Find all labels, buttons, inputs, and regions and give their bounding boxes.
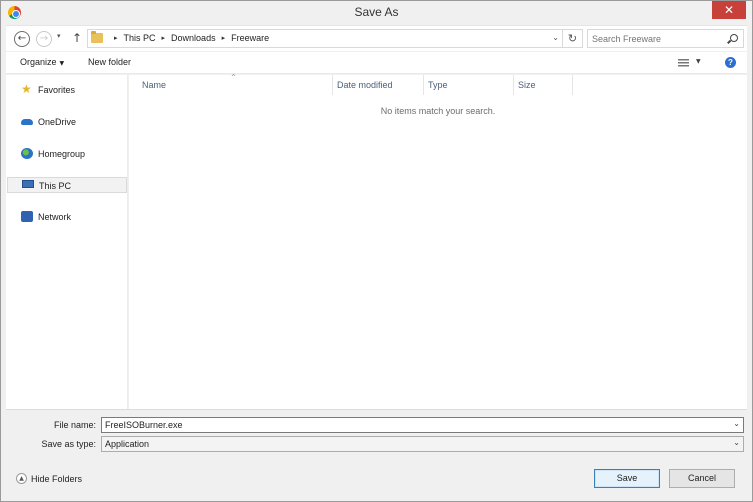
view-options-icon[interactable] bbox=[678, 59, 689, 67]
column-header-date-modified[interactable]: Date modified bbox=[337, 80, 393, 90]
column-divider[interactable] bbox=[423, 75, 424, 95]
navigation-pane: ★ Favorites OneDrive Homegroup This PC N… bbox=[6, 75, 128, 409]
network-icon bbox=[21, 211, 33, 222]
organize-label: Organize bbox=[20, 57, 57, 67]
sidebar-item-homegroup[interactable]: Homegroup bbox=[7, 146, 127, 162]
column-header-size[interactable]: Size bbox=[518, 80, 536, 90]
sidebar-item-label: Homegroup bbox=[38, 149, 86, 159]
file-name-label-text: File name: bbox=[53, 420, 96, 430]
breadcrumb: ▸ This PC ▸ Downloads ▸ Freeware bbox=[108, 33, 269, 43]
chevron-up-icon: ▲ bbox=[16, 473, 27, 484]
sidebar-item-label: Favorites bbox=[38, 85, 76, 95]
new-folder-button[interactable]: New folder bbox=[88, 57, 131, 67]
empty-list-message: No items match your search. bbox=[380, 106, 496, 116]
file-name-label: File name: bbox=[6, 420, 96, 430]
organize-button[interactable]: Organize ▼ bbox=[20, 57, 64, 67]
address-bar[interactable]: ▸ This PC ▸ Downloads ▸ Freeware ⌄ bbox=[87, 29, 563, 48]
homegroup-icon bbox=[21, 148, 33, 159]
chevron-down-icon[interactable]: ⌄ bbox=[733, 438, 740, 447]
column-header-type[interactable]: Type bbox=[428, 80, 448, 90]
sidebar-item-network[interactable]: Network bbox=[7, 209, 127, 225]
view-dropdown-icon[interactable]: ▼ bbox=[696, 58, 701, 65]
save-as-type-select[interactable]: Application ⌄ bbox=[101, 436, 744, 452]
breadcrumb-downloads[interactable]: Downloads bbox=[171, 33, 216, 43]
sidebar-item-onedrive[interactable]: OneDrive bbox=[7, 114, 127, 130]
sidebar-item-label: This PC bbox=[39, 181, 72, 191]
search-input[interactable] bbox=[592, 32, 722, 45]
title-bar: Save As ✕ bbox=[1, 1, 752, 25]
sidebar-item-favorites[interactable]: ★ Favorites bbox=[7, 82, 127, 98]
window-title: Save As bbox=[354, 5, 399, 19]
address-row: ← → ▾ ↑ ▸ This PC ▸ Downloads ▸ Freeware… bbox=[6, 25, 747, 51]
chevron-right-icon[interactable]: ▸ bbox=[222, 34, 226, 42]
star-icon: ★ bbox=[21, 82, 32, 96]
save-as-dialog: Save As ✕ ← → ▾ ↑ ▸ This PC ▸ Downloads … bbox=[0, 0, 753, 502]
sort-ascending-icon: ^ bbox=[231, 74, 237, 81]
sidebar-item-this-pc[interactable]: This PC bbox=[7, 177, 127, 193]
chevron-down-icon[interactable]: ⌄ bbox=[733, 419, 740, 428]
up-button[interactable]: ↑ bbox=[72, 31, 82, 45]
column-header-name[interactable]: Name bbox=[142, 80, 166, 90]
save-as-type-label: Save as type: bbox=[6, 439, 96, 449]
chevron-right-icon[interactable]: ▸ bbox=[114, 34, 118, 42]
folder-icon bbox=[91, 31, 103, 43]
sidebar-item-label: OneDrive bbox=[38, 117, 77, 127]
save-as-type-label-text: Save as type: bbox=[41, 439, 96, 449]
forward-button[interactable]: → bbox=[36, 31, 52, 47]
file-name-value[interactable]: FreeISOBurner.exe bbox=[105, 420, 183, 430]
sidebar-item-label: Network bbox=[38, 212, 72, 222]
file-name-field[interactable]: FreeISOBurner.exe ⌄ bbox=[101, 417, 744, 433]
computer-icon bbox=[22, 180, 34, 188]
cloud-icon bbox=[21, 119, 33, 125]
column-divider[interactable] bbox=[513, 75, 514, 95]
close-button[interactable]: ✕ bbox=[712, 1, 746, 19]
file-list[interactable]: ^ Name Date modified Type Size No items … bbox=[129, 74, 747, 409]
breadcrumb-this-pc[interactable]: This PC bbox=[124, 33, 156, 43]
search-box[interactable] bbox=[587, 29, 744, 48]
command-toolbar: Organize ▼ New folder ▼ ? bbox=[6, 52, 747, 74]
address-dropdown-icon[interactable]: ⌄ bbox=[552, 33, 559, 42]
cancel-button[interactable]: Cancel bbox=[669, 469, 735, 488]
chevron-down-icon: ▼ bbox=[59, 60, 65, 67]
column-divider[interactable] bbox=[572, 75, 573, 95]
save-as-type-value[interactable]: Application bbox=[105, 439, 149, 449]
help-icon[interactable]: ? bbox=[725, 57, 736, 68]
refresh-button[interactable]: ↻ bbox=[563, 29, 583, 48]
recent-locations-dropdown[interactable]: ▾ bbox=[57, 32, 61, 40]
breadcrumb-freeware[interactable]: Freeware bbox=[231, 33, 269, 43]
search-icon[interactable] bbox=[730, 34, 738, 42]
back-button[interactable]: ← bbox=[14, 31, 30, 47]
hide-folders-label: Hide Folders bbox=[31, 474, 83, 484]
chevron-right-icon[interactable]: ▸ bbox=[162, 34, 166, 42]
dialog-footer: File name: FreeISOBurner.exe ⌄ Save as t… bbox=[6, 409, 747, 497]
save-button[interactable]: Save bbox=[594, 469, 660, 488]
column-divider[interactable] bbox=[332, 75, 333, 95]
